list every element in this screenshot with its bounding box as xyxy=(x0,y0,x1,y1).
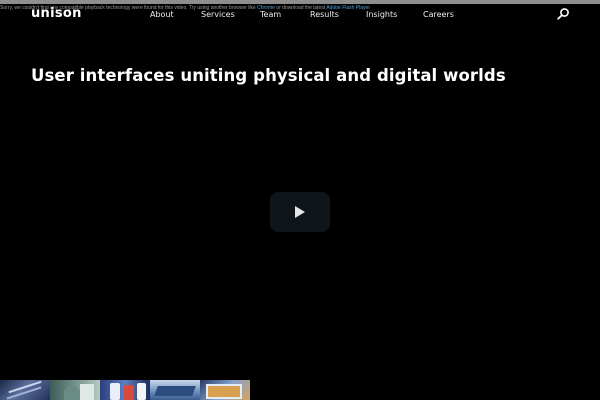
thumbnail-3[interactable] xyxy=(100,380,150,400)
nav-insights[interactable]: Insights xyxy=(366,9,397,21)
case-study-thumbnails xyxy=(0,380,250,400)
play-icon xyxy=(295,206,305,218)
main-nav: About Services Team Results Insights Car… xyxy=(0,9,600,21)
search-icon[interactable] xyxy=(556,6,570,20)
nav-team[interactable]: Team xyxy=(260,9,281,21)
nav-results[interactable]: Results xyxy=(310,9,339,21)
thumbnail-1[interactable] xyxy=(0,380,50,400)
hero-headline: User interfaces uniting physical and dig… xyxy=(31,66,506,85)
video-play-button[interactable] xyxy=(270,192,330,232)
nav-about[interactable]: About xyxy=(150,9,174,21)
thumbnail-4[interactable] xyxy=(150,380,200,400)
nav-careers[interactable]: Careers xyxy=(423,9,454,21)
nav-services[interactable]: Services xyxy=(201,9,235,21)
thumbnail-2[interactable] xyxy=(50,380,100,400)
thumbnail-5[interactable] xyxy=(200,380,250,400)
